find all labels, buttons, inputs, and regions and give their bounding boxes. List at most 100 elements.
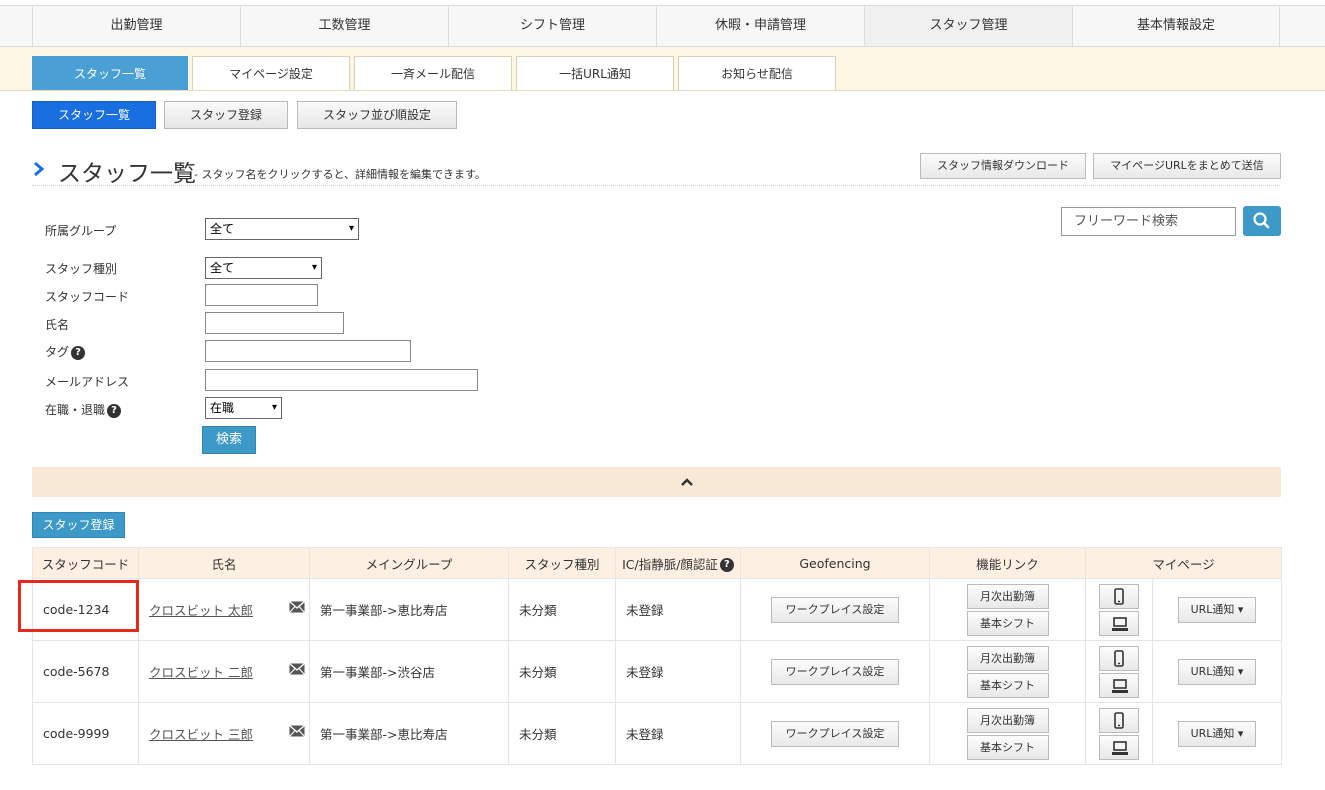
staff-register-button[interactable]: スタッフ登録 [164, 101, 288, 129]
basic-shift-button[interactable]: 基本シフト [966, 672, 1049, 698]
name-input[interactable] [205, 312, 344, 334]
function-links-cell: 月次出勤簿 基本シフト [929, 702, 1086, 765]
staff-name-link[interactable]: クロスビット 三郎 [149, 727, 253, 742]
url-notify-button[interactable]: URL通知 ▾ [1178, 596, 1256, 623]
smartphone-icon [1114, 588, 1124, 605]
mobile-mypage-button[interactable] [1099, 646, 1139, 671]
url-notify-label: URL通知 [1190, 664, 1235, 678]
laptop-icon [1112, 617, 1128, 631]
staff-name-link[interactable]: クロスビット 太郎 [149, 603, 253, 618]
code-input[interactable] [205, 284, 318, 306]
subtab-notice[interactable]: お知らせ配信 [678, 56, 836, 90]
pc-mypage-button[interactable] [1099, 673, 1139, 698]
tag-input[interactable] [205, 340, 411, 362]
header-code: スタッフコード [32, 547, 139, 579]
mypage-cell: URL通知 ▾ [1085, 578, 1282, 641]
tab-leave[interactable]: 休暇・申請管理 [656, 6, 864, 46]
main-group: 第一事業部->渋谷店 [309, 640, 509, 703]
url-notify-label: URL通知 [1190, 726, 1235, 740]
staff-register-table-button[interactable]: スタッフ登録 [32, 512, 125, 538]
function-links-cell: 月次出勤簿 基本シフト [929, 578, 1086, 641]
basic-shift-button[interactable]: 基本シフト [966, 610, 1049, 636]
basic-shift-button[interactable]: 基本シフト [966, 734, 1049, 760]
auth-status: 未登録 [615, 702, 741, 765]
chevron-up-icon [681, 478, 693, 486]
header-auth-text: IC/指静脈/顔認証 [622, 556, 718, 572]
staff-download-button[interactable]: スタッフ情報ダウンロード [920, 153, 1086, 179]
chevron-down-icon: ▾ [1237, 602, 1244, 616]
header-geofencing: Geofencing [740, 547, 930, 579]
freeword-search-button[interactable] [1243, 206, 1281, 236]
send-mypage-urls-button[interactable]: マイページURLをまとめて送信 [1093, 153, 1281, 179]
tab-workload[interactable]: 工数管理 [240, 6, 448, 46]
mail-icon[interactable] [289, 663, 305, 675]
email-input[interactable] [205, 369, 478, 391]
help-icon[interactable]: ? [71, 345, 86, 360]
tag-label-text: タグ [45, 345, 70, 359]
collapse-search-bar[interactable] [32, 467, 1281, 497]
status-select[interactable]: 在職 ▾ [205, 397, 282, 419]
chevron-down-icon: ▾ [311, 262, 317, 273]
chevron-down-icon: ▾ [348, 223, 354, 234]
subtab-mypage-settings[interactable]: マイページ設定 [192, 56, 350, 90]
freeword-search-input[interactable]: フリーワード検索 [1061, 207, 1236, 236]
monthly-attendance-button[interactable]: 月次出勤簿 [966, 645, 1049, 671]
pc-mypage-button[interactable] [1099, 735, 1139, 760]
url-notify-label: URL通知 [1190, 602, 1235, 616]
laptop-icon [1112, 741, 1128, 755]
smartphone-icon [1114, 712, 1124, 729]
workplace-settings-button[interactable]: ワークプレイス設定 [771, 596, 899, 623]
url-notify-button[interactable]: URL通知 ▾ [1178, 720, 1256, 747]
subtab-bulk-mail[interactable]: 一斉メール配信 [354, 56, 512, 90]
search-button[interactable]: 検索 [202, 426, 256, 454]
page-subtitle: - スタッフ名をクリックすると、詳細情報を編集できます。 [194, 168, 486, 181]
name-label: 氏名 [45, 318, 70, 332]
code-label: スタッフコード [45, 290, 130, 304]
group-select[interactable]: 全て ▾ [205, 218, 359, 240]
header-group: メイングループ [309, 547, 509, 579]
type-select[interactable]: 全て ▾ [205, 257, 322, 279]
staff-list-button[interactable]: スタッフ一覧 [32, 101, 156, 129]
workplace-settings-button[interactable]: ワークプレイス設定 [771, 720, 899, 747]
subtab-staff-list[interactable]: スタッフ一覧 [32, 56, 188, 90]
chevron-right-icon [34, 161, 45, 177]
staff-name-cell: クロスビット 太郎 [138, 578, 310, 641]
tab-attendance[interactable]: 出勤管理 [32, 6, 240, 46]
staff-code: code-1234 [32, 578, 139, 641]
monthly-attendance-button[interactable]: 月次出勤簿 [966, 707, 1049, 733]
mobile-mypage-button[interactable] [1099, 708, 1139, 733]
workplace-settings-button[interactable]: ワークプレイス設定 [771, 658, 899, 685]
mobile-mypage-button[interactable] [1099, 584, 1139, 609]
mypage-cell: URL通知 ▾ [1085, 640, 1282, 703]
tab-shift[interactable]: シフト管理 [448, 6, 656, 46]
geofencing-cell: ワークプレイス設定 [740, 578, 930, 641]
staff-order-button[interactable]: スタッフ並び順設定 [297, 101, 457, 129]
staff-code: code-5678 [32, 640, 139, 703]
header-type: スタッフ種別 [508, 547, 616, 579]
url-notify-button[interactable]: URL通知 ▾ [1178, 658, 1256, 685]
table-row: code-5678 クロスビット 二郎 第一事業部->渋谷店 未分類 未登録 ワ… [32, 640, 1282, 703]
monthly-attendance-button[interactable]: 月次出勤簿 [966, 583, 1049, 609]
main-group: 第一事業部->恵比寿店 [309, 702, 509, 765]
staff-name-link[interactable]: クロスビット 二郎 [149, 665, 253, 680]
help-icon[interactable]: ? [107, 403, 122, 418]
help-icon[interactable]: ? [719, 558, 734, 572]
staff-type: 未分類 [508, 702, 616, 765]
mail-icon[interactable] [289, 601, 305, 613]
header-mypage: マイページ [1085, 547, 1282, 579]
type-label: スタッフ種別 [45, 262, 118, 276]
tab-staff[interactable]: スタッフ管理 [864, 6, 1072, 46]
group-label: 所属グループ [45, 224, 117, 238]
function-links-cell: 月次出勤簿 基本シフト [929, 640, 1086, 703]
staff-table: スタッフコード 氏名 メイングループ スタッフ種別 IC/指静脈/顔認証? Ge… [32, 547, 1282, 765]
status-select-value: 在職 [210, 401, 235, 415]
header-auth: IC/指静脈/顔認証? [615, 547, 741, 579]
pc-mypage-button[interactable] [1099, 611, 1139, 636]
mail-icon[interactable] [289, 725, 305, 737]
auth-status: 未登録 [615, 640, 741, 703]
geofencing-cell: ワークプレイス設定 [740, 640, 930, 703]
group-select-value: 全て [210, 222, 235, 236]
tab-basic-settings[interactable]: 基本情報設定 [1072, 6, 1280, 46]
subtab-bulk-url[interactable]: 一括URL通知 [516, 56, 674, 90]
page-title: スタッフ一覧 [58, 161, 196, 187]
